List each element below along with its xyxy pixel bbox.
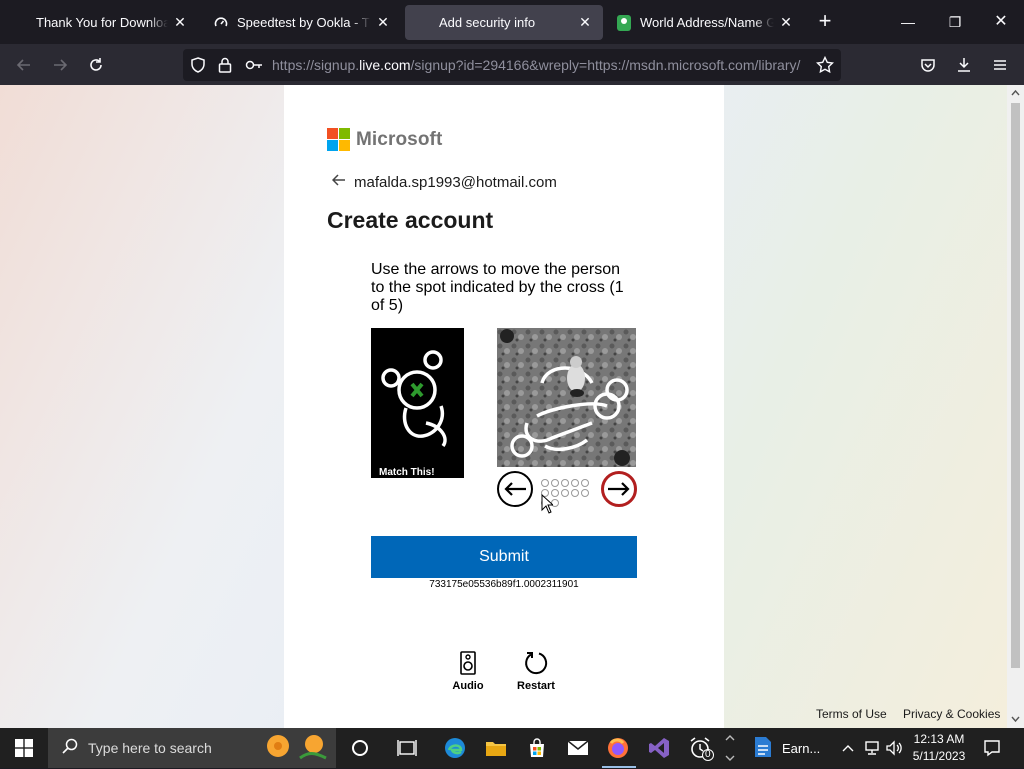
taskbar-search-box[interactable]: Type here to search — [48, 728, 336, 768]
tab-speedtest[interactable]: Speedtest by Ookla - The Global ✕ — [203, 5, 401, 40]
close-tab-icon[interactable]: ✕ — [577, 14, 593, 31]
downloads-icon[interactable] — [952, 53, 976, 77]
url-domain: live.com — [359, 57, 411, 73]
scroll-down-icon[interactable] — [1011, 715, 1020, 723]
signup-card: Microsoft mafalda.sp1993@hotmail.com Cre… — [284, 85, 724, 728]
tab-title: World Address/Name Generator — [640, 15, 774, 30]
shield-icon[interactable] — [190, 57, 206, 78]
mail-icon[interactable] — [566, 736, 590, 760]
privacy-cookies-link[interactable]: Privacy & Cookies — [903, 707, 1000, 721]
tab-world-address[interactable]: World Address/Name Generator ✕ — [606, 5, 804, 40]
restart-button[interactable]: Restart — [506, 648, 566, 692]
search-placeholder: Type here to search — [88, 740, 212, 756]
captcha-target-image: Match This! — [371, 328, 464, 478]
notifications-icon[interactable] — [980, 736, 1004, 760]
page-scrollbar[interactable] — [1007, 85, 1024, 728]
task-view-icon[interactable] — [395, 736, 419, 760]
url-text[interactable]: https://signup.live.com/signup?id=294166… — [272, 57, 810, 73]
microsoft-favicon-icon — [12, 15, 28, 31]
address-bar[interactable]: https://signup.live.com/signup?id=294166… — [183, 49, 841, 81]
tab-thank-you[interactable]: Thank You for Downloading ✕ — [2, 5, 198, 40]
microsoft-brand: Microsoft — [327, 128, 442, 151]
speedtest-icon — [213, 15, 229, 31]
windows-taskbar: Type here to search 0 Earn... 12:13 AM 5… — [0, 728, 1024, 768]
restart-icon — [506, 648, 566, 678]
forward-button[interactable] — [48, 53, 72, 77]
microsoft-logo-icon — [327, 128, 350, 151]
key-icon[interactable] — [245, 57, 263, 78]
edge-icon[interactable] — [443, 736, 467, 760]
match-label: Match This! — [379, 467, 435, 478]
new-tab-button[interactable]: + — [815, 10, 835, 32]
taskbar-overflow-arrows[interactable] — [720, 730, 740, 766]
captcha-instruction: Use the arrows to move the person to the… — [371, 261, 624, 314]
hamburger-menu-icon[interactable] — [988, 53, 1012, 77]
system-clock[interactable]: 12:13 AM 5/11/2023 — [908, 731, 970, 765]
navigation-toolbar: https://signup.live.com/signup?id=294166… — [0, 44, 1024, 85]
file-explorer-icon[interactable] — [484, 736, 508, 760]
close-tab-icon[interactable]: ✕ — [375, 14, 391, 31]
brand-name: Microsoft — [356, 128, 443, 150]
page-viewport: Microsoft mafalda.sp1993@hotmail.com Cre… — [0, 85, 1007, 728]
close-window-button[interactable]: ✕ — [991, 12, 1011, 32]
mouse-cursor-icon — [541, 493, 555, 519]
tab-strip: Thank You for Downloading ✕ Speedtest by… — [0, 0, 1024, 44]
restore-button[interactable]: ❐ — [945, 12, 965, 32]
speaker-icon — [438, 648, 498, 678]
captcha-scene-image — [497, 328, 636, 467]
page-title: Create account — [327, 207, 494, 233]
tab-title: Add security info — [439, 15, 536, 30]
submit-button[interactable]: Submit — [371, 536, 637, 578]
clock-date: 5/11/2023 — [912, 749, 966, 763]
tab-title: Speedtest by Ookla - The Global — [237, 15, 371, 30]
back-arrow-icon[interactable] — [331, 173, 346, 191]
close-tab-icon[interactable]: ✕ — [172, 14, 188, 31]
audio-button[interactable]: Audio — [438, 648, 498, 692]
start-button[interactable] — [0, 728, 48, 768]
identity-banner[interactable]: mafalda.sp1993@hotmail.com — [331, 173, 557, 191]
reload-button[interactable] — [84, 53, 108, 77]
close-tab-icon[interactable]: ✕ — [778, 14, 794, 31]
search-icon — [62, 738, 78, 759]
restart-label: Restart — [517, 680, 555, 692]
windows-logo-icon — [15, 739, 33, 757]
flower-search-highlight-icon — [262, 732, 332, 769]
move-right-button[interactable] — [601, 471, 637, 507]
scrollbar-thumb[interactable] — [1011, 103, 1020, 668]
tab-title: Thank You for Downloading — [36, 15, 168, 30]
account-email: mafalda.sp1993@hotmail.com — [354, 173, 557, 191]
notification-badge: 0 — [702, 749, 714, 761]
firefox-icon[interactable] — [606, 736, 630, 760]
audio-label: Audio — [452, 680, 484, 692]
terms-of-use-link[interactable]: Terms of Use — [816, 707, 887, 721]
cortana-icon[interactable] — [348, 736, 372, 760]
lock-icon[interactable] — [218, 57, 232, 78]
tab-add-security-info[interactable]: Add security info ✕ — [405, 5, 603, 40]
scroll-up-icon[interactable] — [1011, 89, 1020, 97]
session-id: 733175e05536b89f1.0002311901 — [429, 579, 579, 590]
minimize-button[interactable]: — — [898, 12, 918, 32]
document-icon — [754, 736, 772, 761]
visual-studio-icon[interactable] — [647, 736, 671, 760]
move-left-button[interactable] — [497, 471, 533, 507]
map-pin-icon — [616, 14, 632, 31]
open-app-label: Earn... — [782, 740, 821, 756]
microsoft-favicon-icon — [415, 15, 431, 31]
bookmark-star-icon[interactable] — [815, 55, 835, 79]
network-icon[interactable] — [860, 736, 884, 760]
volume-icon[interactable] — [882, 736, 906, 760]
store-icon[interactable] — [525, 736, 549, 760]
taskbar-open-app[interactable]: Earn... — [746, 728, 832, 768]
show-hidden-icons-chevron-icon[interactable] — [836, 736, 860, 760]
alarm-clock-icon[interactable]: 0 — [688, 736, 714, 761]
pocket-icon[interactable] — [916, 53, 940, 77]
clock-time: 12:13 AM — [913, 732, 965, 746]
back-button[interactable] — [12, 53, 36, 77]
